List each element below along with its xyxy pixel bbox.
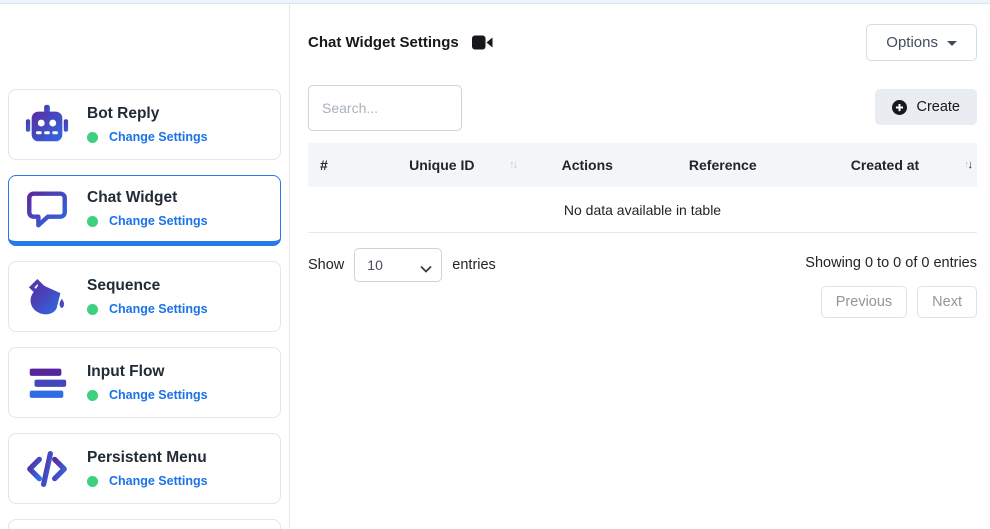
toolbar: Create — [308, 85, 977, 131]
card-body: Input Flow Change Settings — [87, 363, 208, 402]
change-settings-link[interactable]: Change Settings — [109, 302, 208, 316]
column-label: Reference — [689, 157, 757, 173]
app-layout: Bot Reply Change Settings Chat Widget — [0, 4, 990, 528]
card-body: Sequence Change Settings — [87, 277, 208, 316]
status-dot-icon — [87, 390, 98, 401]
plus-circle-icon — [892, 100, 907, 115]
search-input[interactable] — [308, 85, 462, 131]
card-status: Change Settings — [87, 474, 208, 488]
card-title: Bot Reply — [87, 105, 208, 123]
column-label: Actions — [562, 157, 613, 173]
previous-button[interactable]: Previous — [821, 286, 907, 318]
change-settings-link[interactable]: Change Settings — [109, 474, 208, 488]
column-label: # — [320, 157, 328, 173]
change-settings-link[interactable]: Change Settings — [109, 388, 208, 402]
empty-table-message: No data available in table — [308, 187, 977, 233]
create-label: Create — [916, 99, 960, 115]
sidebar: Bot Reply Change Settings Chat Widget — [0, 4, 290, 528]
pagination: Previous Next — [308, 286, 977, 318]
sort-arrows-icon: ↑↓ — [964, 159, 971, 171]
card-title: Persistent Menu — [87, 449, 208, 467]
next-button[interactable]: Next — [917, 286, 977, 318]
select-wrap: 10 — [354, 248, 442, 282]
column-label: Created at — [851, 157, 919, 173]
sidebar-card-bot-reply[interactable]: Bot Reply Change Settings — [8, 89, 281, 160]
entries-label: entries — [452, 257, 496, 273]
sidebar-card-partial[interactable] — [8, 519, 281, 529]
column-header-unique-id[interactable]: Unique ID ↑↓ — [362, 143, 523, 187]
caret-down-icon — [947, 41, 957, 46]
table-info-text: Showing 0 to 0 of 0 entries — [805, 248, 977, 271]
column-header-actions[interactable]: Actions — [522, 143, 652, 187]
status-dot-icon — [87, 216, 98, 227]
column-header-index[interactable]: # — [308, 143, 362, 187]
card-status: Change Settings — [87, 388, 208, 402]
page-title-row: Chat Widget Settings — [308, 34, 493, 51]
column-label: Unique ID — [409, 157, 474, 173]
sidebar-card-persistent-menu[interactable]: Persistent Menu Change Settings — [8, 433, 281, 504]
card-status: Change Settings — [87, 130, 208, 144]
data-table: # Unique ID ↑↓ Actions Reference Created… — [308, 143, 977, 233]
robot-icon — [23, 101, 71, 149]
column-header-reference[interactable]: Reference — [653, 143, 793, 187]
status-dot-icon — [87, 304, 98, 315]
main-content: Chat Widget Settings Options — [290, 4, 990, 528]
card-body: Persistent Menu Change Settings — [87, 449, 208, 488]
show-label: Show — [308, 257, 344, 273]
status-dot-icon — [87, 132, 98, 143]
video-camera-icon — [472, 35, 493, 50]
card-title: Sequence — [87, 277, 208, 295]
change-settings-link[interactable]: Change Settings — [109, 130, 208, 144]
card-body: Chat Widget Change Settings — [87, 189, 208, 228]
page-title: Chat Widget Settings — [308, 34, 459, 51]
page-length-control: Show 10 entries — [308, 248, 496, 282]
card-title: Chat Widget — [87, 189, 208, 207]
options-label: Options — [886, 34, 938, 51]
options-button[interactable]: Options — [866, 24, 977, 61]
card-status: Change Settings — [87, 214, 208, 228]
sidebar-card-chat-widget[interactable]: Chat Widget Change Settings — [8, 175, 281, 246]
code-icon — [23, 445, 71, 493]
main-header: Chat Widget Settings Options — [308, 24, 977, 61]
card-body: Bot Reply Change Settings — [87, 105, 208, 144]
change-settings-link[interactable]: Change Settings — [109, 214, 208, 228]
sidebar-card-sequence[interactable]: Sequence Change Settings — [8, 261, 281, 332]
card-status: Change Settings — [87, 302, 208, 316]
chat-bubble-icon — [23, 185, 71, 233]
create-button[interactable]: Create — [875, 89, 977, 125]
table-header-row: # Unique ID ↑↓ Actions Reference Created… — [308, 143, 977, 187]
table-footer: Show 10 entries Showing 0 to 0 of 0 entr… — [308, 248, 977, 282]
sidebar-card-input-flow[interactable]: Input Flow Change Settings — [8, 347, 281, 418]
paint-bucket-icon — [23, 273, 71, 321]
sort-arrows-icon: ↑↓ — [509, 159, 516, 171]
column-header-created-at[interactable]: Created at ↑↓ — [793, 143, 977, 187]
page-length-select[interactable]: 10 — [354, 248, 442, 282]
list-bars-icon — [23, 359, 71, 407]
card-title: Input Flow — [87, 363, 208, 381]
logo-area — [8, 12, 281, 89]
status-dot-icon — [87, 476, 98, 487]
